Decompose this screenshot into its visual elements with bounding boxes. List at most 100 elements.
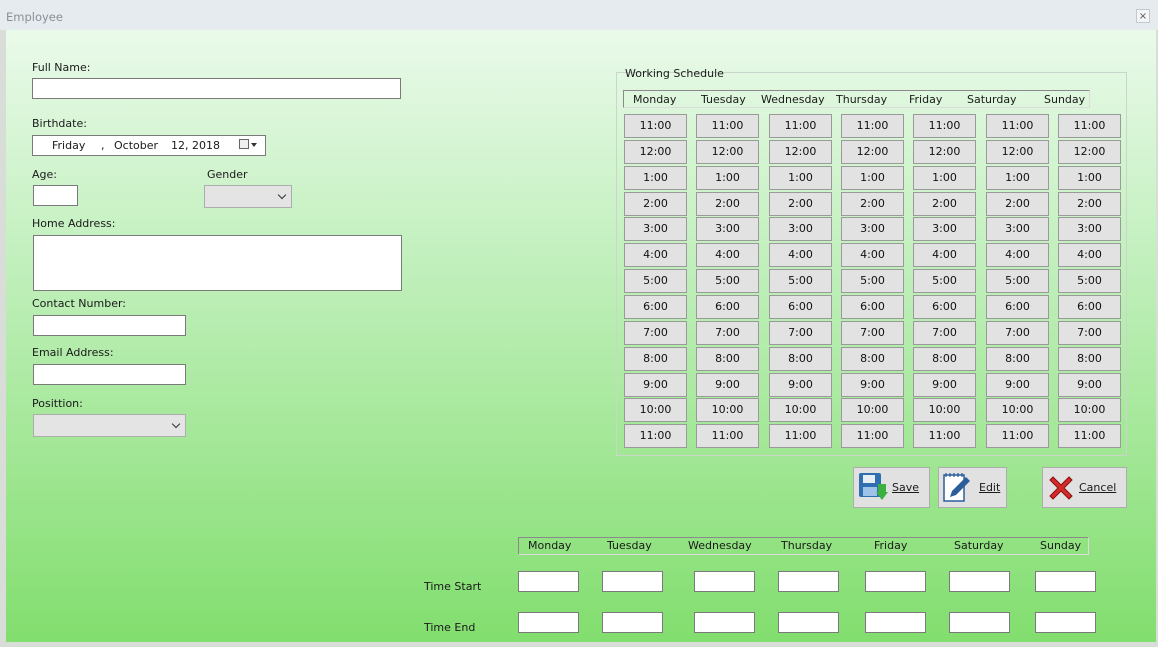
slot-thursday-10[interactable]: 9:00 [841, 372, 904, 397]
slot-tuesday-7[interactable]: 6:00 [696, 295, 759, 319]
slot-tuesday-1[interactable]: 12:00 [696, 139, 759, 164]
slot-friday-4[interactable]: 3:00 [913, 217, 976, 242]
slot-sunday-9[interactable]: 8:00 [1058, 346, 1121, 371]
save-button[interactable]: Save [853, 467, 930, 508]
slot-thursday-5[interactable]: 4:00 [841, 243, 904, 268]
slot-saturday-1[interactable]: 12:00 [986, 139, 1049, 164]
slot-sunday-7[interactable]: 6:00 [1058, 295, 1121, 319]
slot-friday-7[interactable]: 6:00 [913, 295, 976, 319]
slot-monday-5[interactable]: 4:00 [624, 243, 687, 268]
slot-thursday-0[interactable]: 11:00 [841, 114, 904, 138]
slot-saturday-10[interactable]: 9:00 [986, 372, 1049, 397]
slot-monday-11[interactable]: 10:00 [624, 398, 687, 423]
slot-friday-2[interactable]: 1:00 [913, 165, 976, 190]
time-start-monday[interactable] [518, 571, 579, 592]
slot-tuesday-11[interactable]: 10:00 [696, 398, 759, 423]
slot-wednesday-7[interactable]: 6:00 [769, 295, 832, 319]
time-end-monday[interactable] [518, 612, 579, 633]
slot-monday-12[interactable]: 11:00 [624, 424, 687, 449]
slot-sunday-10[interactable]: 9:00 [1058, 372, 1121, 397]
slot-tuesday-8[interactable]: 7:00 [696, 320, 759, 345]
slot-saturday-2[interactable]: 1:00 [986, 165, 1049, 190]
slot-thursday-7[interactable]: 6:00 [841, 295, 904, 319]
slot-tuesday-0[interactable]: 11:00 [696, 114, 759, 138]
slot-saturday-8[interactable]: 7:00 [986, 320, 1049, 345]
slot-thursday-4[interactable]: 3:00 [841, 217, 904, 242]
slot-tuesday-5[interactable]: 4:00 [696, 243, 759, 268]
slot-monday-2[interactable]: 1:00 [624, 165, 687, 190]
slot-thursday-3[interactable]: 2:00 [841, 191, 904, 216]
position-select[interactable] [33, 414, 186, 437]
cancel-button[interactable]: Cancel [1042, 467, 1127, 508]
slot-tuesday-12[interactable]: 11:00 [696, 424, 759, 449]
slot-wednesday-2[interactable]: 1:00 [769, 165, 832, 190]
slot-tuesday-4[interactable]: 3:00 [696, 217, 759, 242]
slot-saturday-11[interactable]: 10:00 [986, 398, 1049, 423]
slot-monday-1[interactable]: 12:00 [624, 139, 687, 164]
slot-thursday-2[interactable]: 1:00 [841, 165, 904, 190]
time-end-saturday[interactable] [949, 612, 1010, 633]
time-start-sunday[interactable] [1035, 571, 1096, 592]
full-name-input[interactable] [32, 78, 401, 99]
slot-wednesday-10[interactable]: 9:00 [769, 372, 832, 397]
birthdate-picker[interactable]: Friday , October 12, 2018 [32, 135, 266, 156]
slot-friday-0[interactable]: 11:00 [913, 114, 976, 138]
time-end-tuesday[interactable] [602, 612, 663, 633]
slot-saturday-0[interactable]: 11:00 [986, 114, 1049, 138]
slot-thursday-8[interactable]: 7:00 [841, 320, 904, 345]
time-end-friday[interactable] [865, 612, 926, 633]
time-start-thursday[interactable] [778, 571, 839, 592]
slot-wednesday-12[interactable]: 11:00 [769, 424, 832, 449]
slot-monday-7[interactable]: 6:00 [624, 295, 687, 319]
slot-saturday-4[interactable]: 3:00 [986, 217, 1049, 242]
slot-sunday-6[interactable]: 5:00 [1058, 269, 1121, 294]
slot-monday-4[interactable]: 3:00 [624, 217, 687, 242]
slot-wednesday-0[interactable]: 11:00 [769, 114, 832, 138]
gender-select[interactable] [204, 185, 292, 208]
slot-saturday-5[interactable]: 4:00 [986, 243, 1049, 268]
home-address-input[interactable] [33, 235, 402, 291]
slot-wednesday-5[interactable]: 4:00 [769, 243, 832, 268]
slot-thursday-1[interactable]: 12:00 [841, 139, 904, 164]
slot-sunday-1[interactable]: 12:00 [1058, 139, 1121, 164]
slot-thursday-6[interactable]: 5:00 [841, 269, 904, 294]
contact-number-input[interactable] [33, 315, 186, 336]
time-start-tuesday[interactable] [602, 571, 663, 592]
slot-saturday-12[interactable]: 11:00 [986, 424, 1049, 449]
edit-button[interactable]: Edit [938, 467, 1007, 508]
slot-friday-5[interactable]: 4:00 [913, 243, 976, 268]
slot-friday-10[interactable]: 9:00 [913, 372, 976, 397]
slot-sunday-8[interactable]: 7:00 [1058, 320, 1121, 345]
slot-tuesday-3[interactable]: 2:00 [696, 191, 759, 216]
slot-sunday-5[interactable]: 4:00 [1058, 243, 1121, 268]
slot-wednesday-1[interactable]: 12:00 [769, 139, 832, 164]
slot-wednesday-6[interactable]: 5:00 [769, 269, 832, 294]
slot-tuesday-9[interactable]: 8:00 [696, 346, 759, 371]
slot-tuesday-2[interactable]: 1:00 [696, 165, 759, 190]
slot-saturday-9[interactable]: 8:00 [986, 346, 1049, 371]
slot-monday-3[interactable]: 2:00 [624, 191, 687, 216]
slot-sunday-3[interactable]: 2:00 [1058, 191, 1121, 216]
slot-thursday-12[interactable]: 11:00 [841, 424, 904, 449]
close-button[interactable]: × [1136, 9, 1150, 23]
calendar-icon[interactable] [239, 139, 249, 149]
slot-wednesday-3[interactable]: 2:00 [769, 191, 832, 216]
slot-tuesday-10[interactable]: 9:00 [696, 372, 759, 397]
slot-tuesday-6[interactable]: 5:00 [696, 269, 759, 294]
time-end-wednesday[interactable] [694, 612, 755, 633]
email-address-input[interactable] [33, 364, 186, 385]
slot-friday-12[interactable]: 11:00 [913, 424, 976, 449]
slot-wednesday-4[interactable]: 3:00 [769, 217, 832, 242]
time-end-thursday[interactable] [778, 612, 839, 633]
time-start-wednesday[interactable] [694, 571, 755, 592]
slot-saturday-3[interactable]: 2:00 [986, 191, 1049, 216]
age-input[interactable] [33, 185, 78, 206]
slot-sunday-11[interactable]: 10:00 [1058, 398, 1121, 423]
time-start-saturday[interactable] [949, 571, 1010, 592]
slot-friday-11[interactable]: 10:00 [913, 398, 976, 423]
slot-wednesday-8[interactable]: 7:00 [769, 320, 832, 345]
slot-sunday-0[interactable]: 11:00 [1058, 114, 1121, 138]
slot-sunday-4[interactable]: 3:00 [1058, 217, 1121, 242]
slot-wednesday-9[interactable]: 8:00 [769, 346, 832, 371]
slot-sunday-12[interactable]: 11:00 [1058, 424, 1121, 449]
